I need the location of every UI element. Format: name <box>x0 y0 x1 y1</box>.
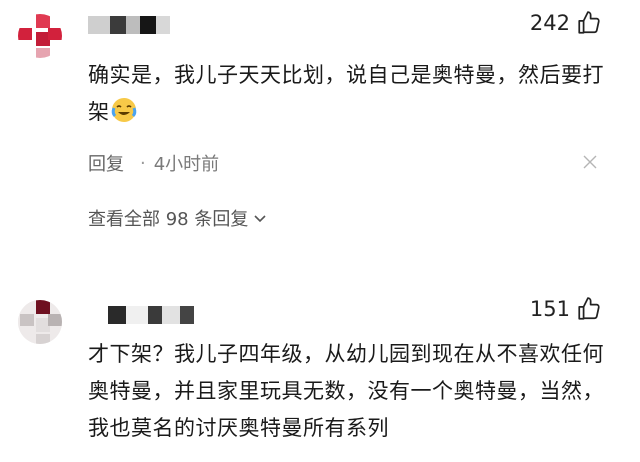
avatar[interactable] <box>18 14 62 58</box>
view-all-replies-label: 查看全部 98 条回复 <box>88 209 249 230</box>
like-count: 151 <box>529 297 570 321</box>
comment-item: 151 才下架？我儿子四年级，从幼儿园到现在从不喜欢任何奥特曼，并且家里玩具无数… <box>0 290 640 462</box>
username-redacted[interactable] <box>88 16 170 34</box>
like-button[interactable]: 151 <box>530 296 602 322</box>
avatar[interactable] <box>18 300 62 344</box>
comment-text: 确实是，我儿子天天比划，说自己是奥特曼，然后要打架 <box>88 63 604 124</box>
view-all-replies-link[interactable]: 查看全部 98 条回复 <box>88 205 268 231</box>
separator-dot: · <box>140 152 146 174</box>
close-icon[interactable] <box>582 154 598 170</box>
comment-item: 242 确实是，我儿子天天比划，说自己是奥特曼，然后要打架 回复 · 4小时前 … <box>0 0 640 250</box>
like-count: 242 <box>529 11 570 35</box>
comment-text: 才下架？我儿子四年级，从幼儿园到现在从不喜欢任何奥特曼，并且家里玩具无数，没有一… <box>88 342 604 440</box>
username-redacted[interactable] <box>108 306 194 324</box>
timestamp: 4小时前 <box>153 154 220 175</box>
like-button[interactable]: 242 <box>530 10 602 36</box>
chevron-down-icon <box>254 215 266 223</box>
comment-meta: 回复 · 4小时前 <box>88 150 219 176</box>
crying-laughing-emoji-icon <box>111 98 136 122</box>
thumbs-up-icon <box>578 11 600 34</box>
thumbs-up-icon <box>578 297 600 320</box>
reply-button[interactable]: 回复 <box>88 150 124 176</box>
